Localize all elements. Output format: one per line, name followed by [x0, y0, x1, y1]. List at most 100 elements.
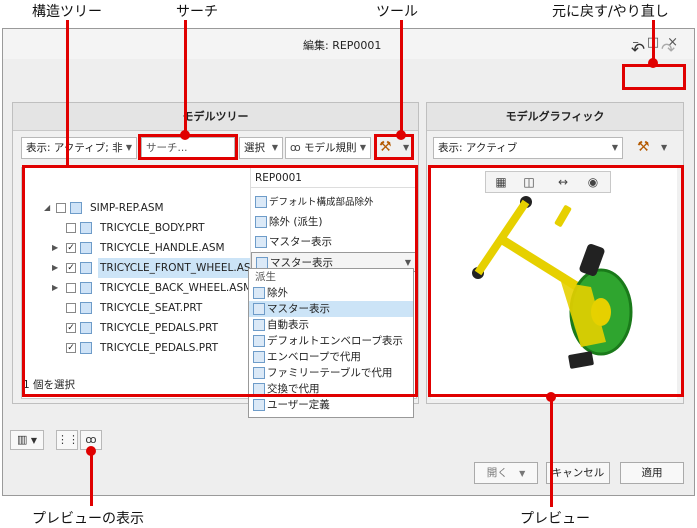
- model-rules-button[interactable]: ꝏ モデル規則 ▼: [285, 137, 371, 159]
- option-label: 交換で代用: [267, 383, 320, 395]
- leader-line-preview: [550, 397, 553, 507]
- dropdown-option-family-table[interactable]: ファミリーテーブルで代用: [249, 365, 413, 381]
- glasses-icon: ꝏ: [85, 433, 97, 446]
- tree-row[interactable]: ✓ TRICYCLE_PEDALS.PRT: [22, 338, 250, 358]
- callout-preview: プレビュー: [520, 511, 590, 527]
- structure-icon: ⋮⋮: [57, 433, 79, 446]
- open-label: 開く: [486, 467, 508, 479]
- auto-rep-icon: [253, 319, 265, 331]
- apply-button[interactable]: 適用: [620, 462, 684, 484]
- model-graphic-pane: モデルグラフィック 表示: アクティブ ▼ ⚒ ▼ ▦ ◫ ↔ ◉: [426, 102, 684, 404]
- chevron-down-icon: ▼: [271, 143, 278, 152]
- checkbox-checked[interactable]: ✓: [66, 323, 76, 333]
- collapse-icon[interactable]: ◢: [44, 198, 54, 218]
- checkbox[interactable]: [66, 303, 76, 313]
- tools-icon[interactable]: ⚒: [379, 139, 392, 155]
- tree-row[interactable]: TRICYCLE_BODY.PRT: [22, 218, 250, 238]
- leader-dot-undo: [648, 58, 658, 68]
- window-title: 編集: REP0001: [303, 39, 382, 52]
- user-icon: [253, 399, 265, 411]
- dropdown-option-default-envelope[interactable]: デフォルトエンベロープ表示: [249, 333, 413, 349]
- graphic-tools-dropdown-icon[interactable]: ▼: [661, 143, 667, 152]
- interchange-icon: [253, 383, 265, 395]
- open-button[interactable]: 開く ▼: [474, 462, 538, 484]
- screenshot-root: 構造ツリー サーチ ツール 元に戻す/やり直し プレビューの表示 プレビュー 編…: [0, 0, 697, 528]
- assembly-icon: [80, 242, 92, 254]
- leader-line-search: [184, 20, 187, 134]
- display-filter-value: 表示: アクティブ; 非: [26, 142, 123, 154]
- option-label: デフォルトエンベロープ表示: [267, 335, 403, 347]
- tree-row[interactable]: TRICYCLE_SEAT.PRT: [22, 298, 250, 318]
- callout-show-preview: プレビューの表示: [32, 511, 144, 527]
- select-button[interactable]: 選択 ▼: [239, 137, 283, 159]
- search-placeholder: サーチ...: [146, 142, 188, 154]
- rep-cell-label: マスター表示: [269, 236, 332, 248]
- tree-row-root[interactable]: ◢ SIMP-REP.ASM: [22, 198, 250, 218]
- checkbox[interactable]: [66, 283, 76, 293]
- display-filter-select[interactable]: 表示: アクティブ; 非 ▼: [21, 137, 137, 159]
- assembly-icon: [80, 282, 92, 294]
- preview-area[interactable]: ▦ ◫ ↔ ◉: [431, 167, 677, 399]
- dropdown-option-interchange[interactable]: 交換で代用: [249, 381, 413, 397]
- dropdown-option-envelope-substitute[interactable]: エンベロープで代用: [249, 349, 413, 365]
- option-label: 除外: [267, 287, 288, 299]
- tree-row-label: TRICYCLE_SEAT.PRT: [100, 302, 203, 314]
- part-icon: [80, 322, 92, 334]
- chevron-down-icon: ▼: [125, 143, 132, 152]
- layout-toggle-button[interactable]: ▥ ▼: [10, 430, 44, 450]
- dropdown-option-user-defined[interactable]: ユーザー定義: [249, 397, 413, 413]
- family-table-icon: [253, 367, 265, 379]
- rep-cell[interactable]: マスター表示: [251, 232, 416, 252]
- model-rules-label: モデル規則: [304, 142, 357, 154]
- cancel-button[interactable]: キャンセル: [546, 462, 610, 484]
- dropdown-option-exclude[interactable]: 除外: [249, 285, 413, 301]
- option-label: マスター表示: [267, 303, 330, 315]
- expand-icon[interactable]: ▶: [52, 278, 62, 298]
- panel-layout-icon: ▥: [16, 433, 28, 446]
- expand-icon[interactable]: ▶: [52, 238, 62, 258]
- tree-row-label: TRICYCLE_BACK_WHEEL.ASM: [100, 282, 253, 294]
- tricycle-stem: [498, 235, 584, 293]
- leader-dot-show-preview: [86, 446, 96, 456]
- tree-row[interactable]: ▶ TRICYCLE_BACK_WHEEL.ASM: [22, 278, 253, 298]
- option-label: ファミリーテーブルで代用: [267, 367, 393, 379]
- graphic-tools-icon[interactable]: ⚒: [637, 139, 650, 155]
- rep-cell-label: 除外 (派生): [269, 216, 323, 228]
- tree-row[interactable]: ▶ ✓ TRICYCLE_HANDLE.ASM: [22, 238, 250, 258]
- undo-icon[interactable]: ↶: [626, 40, 650, 60]
- callout-tools: ツール: [376, 4, 418, 20]
- tree-row[interactable]: ✓ TRICYCLE_PEDALS.PRT: [22, 318, 250, 338]
- chevron-down-icon: ▼: [611, 143, 618, 152]
- rep-cell[interactable]: 除外 (派生): [251, 212, 416, 232]
- leader-line-tools: [400, 20, 403, 134]
- expand-icon[interactable]: ▶: [52, 258, 62, 278]
- leader-line-tree: [66, 20, 69, 165]
- rep-cell-label: デフォルト構成部品除外: [269, 197, 374, 208]
- option-label: ユーザー定義: [267, 399, 330, 411]
- model-graphic-header: モデルグラフィック: [427, 103, 683, 131]
- dropdown-header: 派生: [255, 271, 276, 283]
- assembly-icon: [70, 202, 82, 214]
- tree-left-column: ◢ SIMP-REP.ASM TRICYCLE_BODY.PRT ▶ ✓ TRI…: [22, 168, 262, 398]
- tree-row-selected[interactable]: ▶ ✓ TRICYCLE_FRONT_WHEEL.ASM: [22, 258, 262, 278]
- part-icon: [80, 222, 92, 234]
- checkbox[interactable]: [56, 203, 66, 213]
- selection-status: 1 個を選択: [23, 379, 76, 391]
- graphic-display-select[interactable]: 表示: アクティブ ▼: [433, 137, 623, 159]
- structure-view-button[interactable]: ⋮⋮: [56, 430, 79, 450]
- glasses-icon: ꝏ: [290, 142, 301, 154]
- checkbox[interactable]: [66, 223, 76, 233]
- search-input[interactable]: サーチ...: [141, 137, 235, 159]
- part-icon: [80, 302, 92, 314]
- tools-dropdown-icon[interactable]: ▼: [403, 143, 409, 152]
- checkbox-checked[interactable]: ✓: [66, 343, 76, 353]
- option-label: 自動表示: [267, 319, 309, 331]
- redo-icon[interactable]: ↷: [656, 40, 680, 60]
- dropdown-option-master[interactable]: マスター表示: [249, 301, 413, 317]
- dropdown-option-auto[interactable]: 自動表示: [249, 317, 413, 333]
- rep-cell[interactable]: デフォルト構成部品除外: [251, 192, 416, 212]
- tree-row-label: TRICYCLE_PEDALS.PRT: [100, 322, 219, 334]
- checkbox-checked[interactable]: ✓: [66, 263, 76, 273]
- callout-undo-redo: 元に戻す/やり直し: [552, 4, 669, 20]
- checkbox-checked[interactable]: ✓: [66, 243, 76, 253]
